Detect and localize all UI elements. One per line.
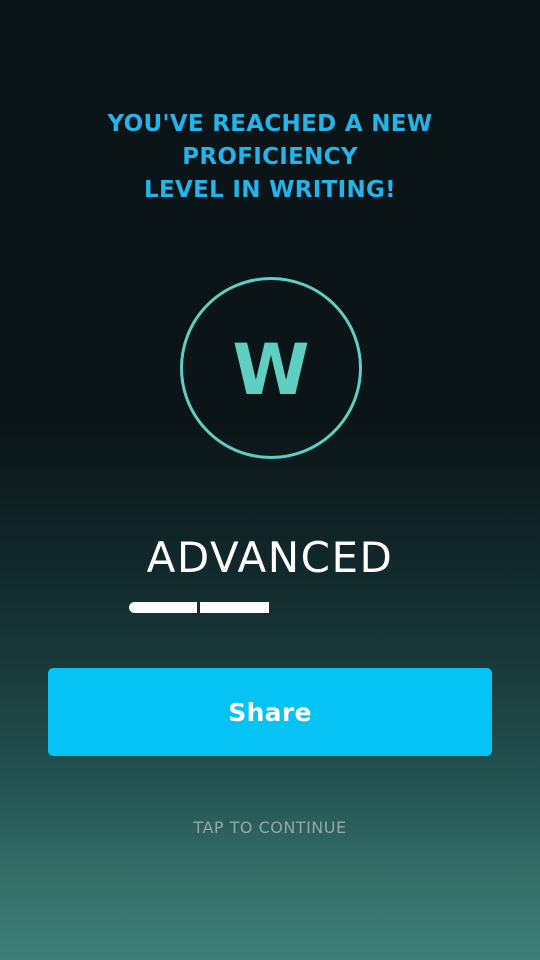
progress-segment-2 xyxy=(200,602,269,613)
level-name: ADVANCED xyxy=(146,533,394,582)
share-button[interactable]: Share xyxy=(48,668,492,756)
skill-letter: W xyxy=(232,329,310,411)
tap-to-continue[interactable]: TAP TO CONTINUE xyxy=(0,818,540,837)
progress-segment-1 xyxy=(129,602,197,613)
writing-skill-badge: W xyxy=(180,277,362,459)
headline-line-2: LEVEL IN WRITING! xyxy=(144,177,396,203)
headline-line-1: YOU'VE REACHED A NEW PROFICIENCY xyxy=(107,111,433,170)
proficiency-headline: YOU'VE REACHED A NEW PROFICIENCY LEVEL I… xyxy=(20,108,520,207)
level-progress-bar xyxy=(129,602,269,613)
share-button-label: Share xyxy=(228,697,312,727)
